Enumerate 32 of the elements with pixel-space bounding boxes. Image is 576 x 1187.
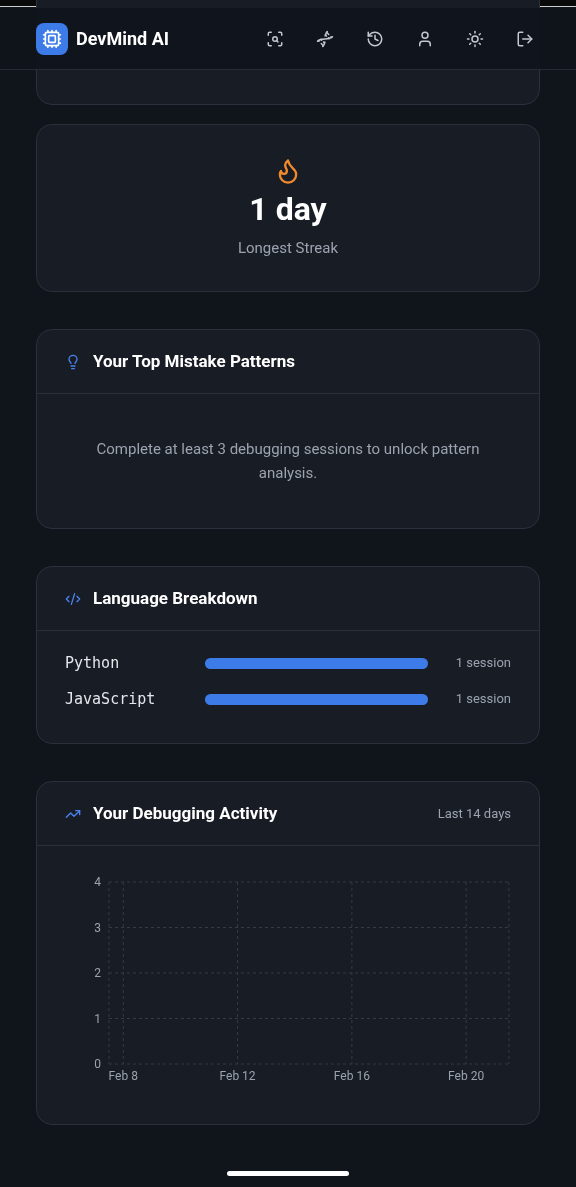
x-tick-label: Feb 16 (333, 1069, 370, 1083)
x-tick-label: Feb 12 (219, 1069, 256, 1083)
card-title: Your Top Mistake Patterns (93, 349, 295, 373)
history-icon (366, 29, 384, 48)
code-icon (65, 590, 81, 607)
y-tick-label: 2 (94, 966, 101, 980)
nav-button[interactable] (465, 28, 485, 49)
session-count: 1 session (455, 690, 511, 709)
nav-button[interactable] (315, 28, 335, 49)
app-title: DevMind AI (76, 27, 169, 51)
scan-search-icon (266, 29, 284, 48)
streak-value: 1 day (249, 192, 327, 225)
lightbulb-icon (65, 353, 81, 370)
language-name: Python (65, 652, 121, 674)
streak-label: Longest Streak (237, 237, 339, 259)
x-tick-label: Feb 8 (108, 1069, 138, 1083)
dna-icon (316, 29, 334, 48)
session-count: 1 session (455, 654, 511, 673)
date-range-label: Last 14 days (437, 804, 511, 823)
user-icon (416, 29, 434, 48)
x-tick-label: Feb 20 (448, 1069, 485, 1083)
language-name: JavaScript (65, 688, 157, 710)
card-title: Your Debugging Activity (93, 801, 278, 825)
sun-icon (466, 29, 484, 48)
card-title: Language Breakdown (93, 586, 258, 610)
logout-icon (516, 29, 534, 48)
y-tick-label: 3 (94, 920, 101, 935)
y-tick-label: 4 (94, 875, 101, 889)
empty-state-message: Complete at least 3 debugging sessions to unlock pattern analysis. (95, 439, 481, 484)
y-tick-label: 0 (94, 1057, 101, 1071)
y-tick-label: 1 (94, 1011, 101, 1026)
chip-icon (42, 28, 62, 49)
